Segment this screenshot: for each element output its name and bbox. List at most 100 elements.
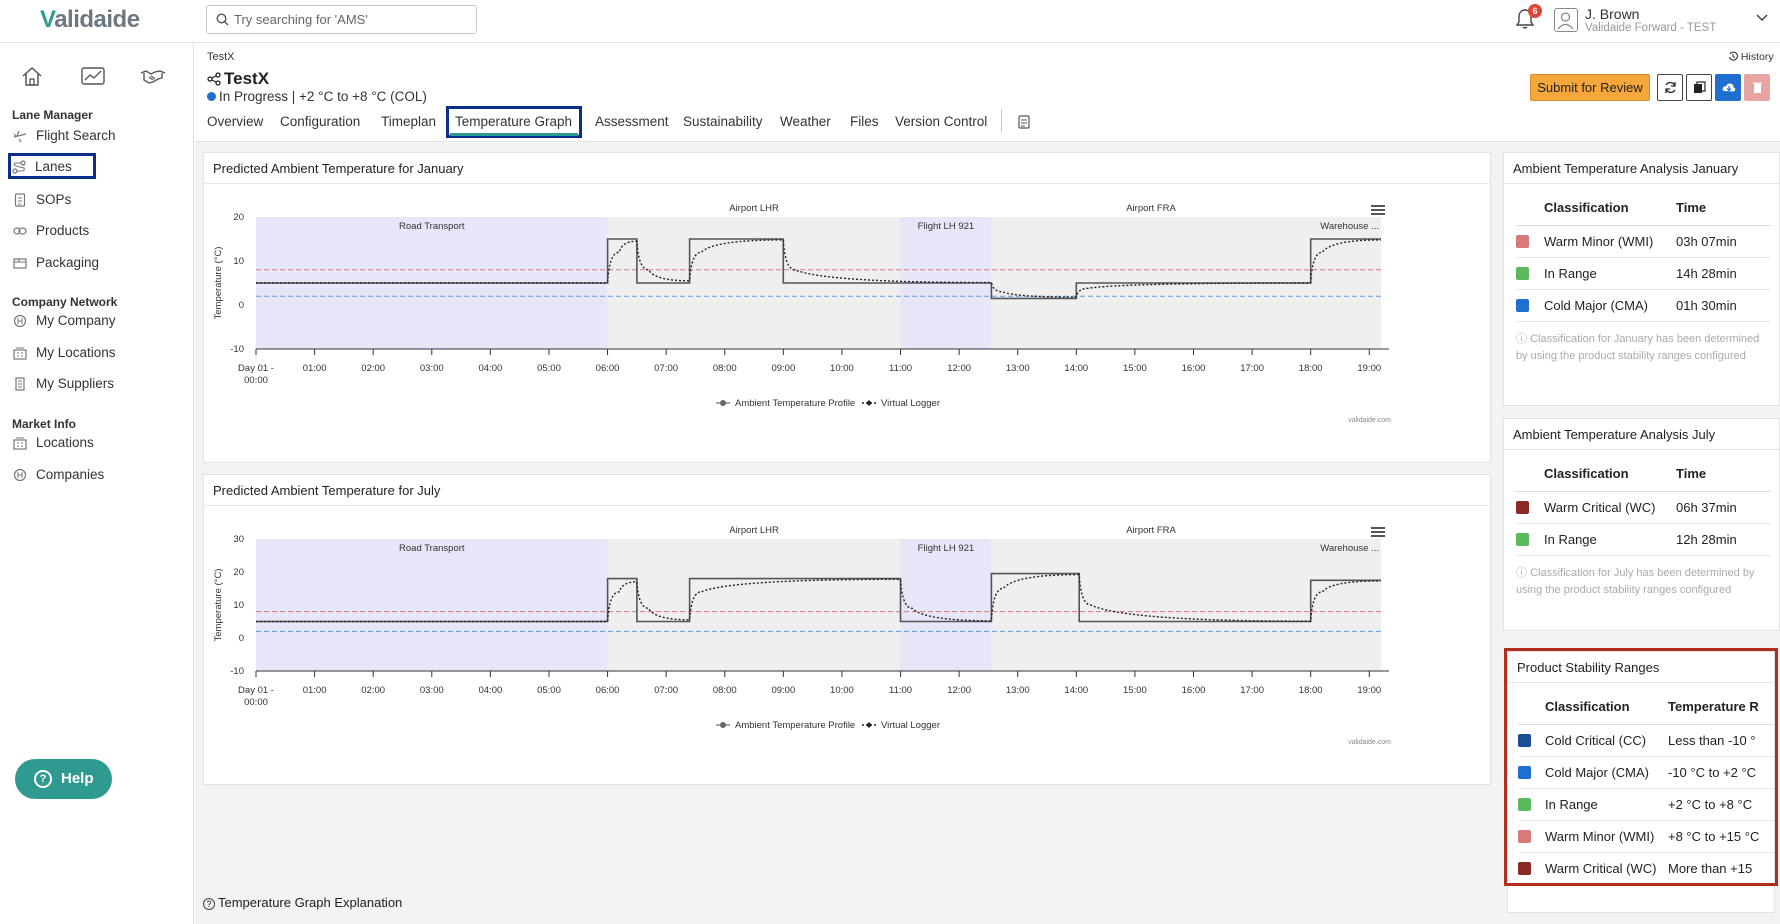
x-tick-label: 06:00 [596, 363, 620, 374]
chart-menu-icon[interactable] [1371, 205, 1385, 215]
notifications-button[interactable]: 6 [1515, 4, 1542, 32]
tab-assessment[interactable]: Assessment [595, 106, 669, 138]
sidebar-item-label: Locations [36, 435, 94, 450]
copy-button[interactable] [1686, 74, 1712, 101]
x-tick-label: 03:00 [420, 685, 444, 696]
time-header: Time [1676, 191, 1771, 226]
sidebar-item-label: Companies [36, 467, 105, 482]
logo[interactable]: Validaide [40, 6, 140, 34]
submit-for-review-button[interactable]: Submit for Review [1530, 74, 1650, 101]
delete-button[interactable] [1744, 74, 1770, 101]
info-circle-icon: ⓘ [1516, 567, 1531, 579]
y-tick-label: 10 [233, 600, 244, 611]
question-circle-icon: ? [203, 898, 215, 910]
home-button[interactable] [20, 65, 50, 89]
band-label: Airport FRA [1126, 525, 1176, 536]
tab-version-control[interactable]: Version Control [895, 106, 987, 138]
y-tick-label: 20 [233, 212, 244, 223]
status-dot [207, 92, 216, 101]
sidebar-item-label: Lanes [35, 159, 72, 174]
breadcrumb[interactable]: TestX [207, 51, 235, 63]
x-tick-label: 05:00 [537, 685, 561, 696]
search-input[interactable] [234, 9, 469, 30]
refresh-icon [1665, 81, 1676, 94]
y-tick-label: 0 [239, 300, 244, 311]
sidebar-item-companies[interactable]: Companies [10, 462, 180, 488]
label-cell: Warm Minor (WMI) [1544, 225, 1676, 258]
sidebar-item-my-suppliers[interactable]: My Suppliers [10, 371, 180, 397]
swatch-cell [1516, 523, 1544, 556]
legend-item-profile[interactable]: Ambient Temperature Profile [716, 398, 855, 409]
sidebar-item-my-company[interactable]: My Company [10, 308, 180, 334]
sidebar-top-icons [0, 55, 194, 95]
july-analysis-title: Ambient Temperature Analysis July [1513, 427, 1716, 442]
market-info-title: Market Info [12, 417, 77, 431]
x-tick-label: 13:00 [1006, 685, 1030, 696]
chart-svg: Road Transport Airport LHR Flight LH 921 Ai… [213, 525, 1391, 746]
help-button[interactable]: ? Help [15, 759, 112, 799]
sidebar-item-lanes[interactable]: Lanes [8, 153, 96, 179]
chart-menu-icon[interactable] [1371, 527, 1385, 537]
notification-badge: 6 [1528, 4, 1542, 18]
x-tick-label: 15:00 [1123, 685, 1147, 696]
y-tick-label: -10 [230, 344, 244, 355]
tab-timeplan[interactable]: Timeplan [381, 106, 436, 138]
chevron-down-icon [1756, 14, 1768, 22]
sidebar-item-locations[interactable]: Locations [10, 430, 180, 456]
july-analysis-note: ⓘ Classification for July has been deter… [1516, 565, 1771, 599]
history-label: History [1740, 51, 1774, 63]
band-label: Road Transport [399, 543, 465, 554]
legend-item-logger[interactable]: Virtual Logger [862, 720, 940, 731]
x-tick-label: Day 01 -00:00 [238, 363, 274, 386]
legend-label: Ambient Temperature Profile [735, 398, 855, 409]
x-tick-label: 17:00 [1240, 685, 1264, 696]
note-text: Classification for July has been determi… [1516, 567, 1755, 596]
card-header-divider [1504, 183, 1779, 184]
tab-overview[interactable]: Overview [207, 106, 263, 138]
temperature-graph-explanation-link[interactable]: ? Temperature Graph Explanation [203, 895, 402, 910]
x-tick-label: 11:00 [889, 363, 912, 374]
sidebar-item-packaging[interactable]: Packaging [10, 250, 180, 276]
search-box[interactable] [206, 5, 477, 34]
chart-credit: validaide.com [1348, 417, 1391, 424]
tab-sustainability[interactable]: Sustainability [683, 106, 763, 138]
table-row: Cold Major (CMA) 01h 30min [1516, 289, 1771, 322]
cloud-download-button[interactable] [1715, 74, 1741, 101]
tab-files[interactable]: Files [850, 106, 879, 138]
sidebar-item-products[interactable]: Products [10, 218, 180, 244]
help-label: Help [61, 770, 94, 787]
legend-label: Ambient Temperature Profile [735, 720, 855, 731]
sidebar-item-my-locations[interactable]: My Locations [10, 340, 180, 366]
partners-button[interactable] [139, 65, 169, 89]
legend-item-profile[interactable]: Ambient Temperature Profile [716, 720, 855, 731]
tab-configuration[interactable]: Configuration [280, 106, 360, 138]
time-cell: 06h 37min [1676, 491, 1771, 524]
sidebar-item-sops[interactable]: SOPs [10, 187, 180, 213]
sidebar: Lane Manager Flight Search Lanes SOPs Pr… [0, 43, 194, 924]
tab-temperature-graph[interactable]: Temperature Graph [446, 106, 582, 138]
swatch-header [1516, 457, 1544, 492]
top-bar: Validaide 6 J. Brown Validaide Forward -… [0, 0, 1780, 43]
x-tick-label: 01:00 [303, 363, 327, 374]
swatch-cell [1516, 225, 1544, 258]
table-row: In Range 14h 28min [1516, 257, 1771, 290]
x-tick-label: Day 01 -00:00 [238, 685, 274, 708]
history-link[interactable]: History [1728, 51, 1774, 63]
y-tick-label: -10 [230, 666, 244, 677]
user-menu[interactable]: J. Brown Validaide Forward - TEST [1554, 5, 1774, 37]
tab-report[interactable] [1018, 106, 1030, 138]
x-tick-label: 08:00 [713, 685, 737, 696]
sidebar-item-label: My Locations [36, 345, 116, 360]
x-tick-label: 12:00 [947, 363, 971, 374]
band-label: Warehouse ... [1320, 543, 1379, 554]
band-4 [1310, 539, 1381, 671]
refresh-button[interactable] [1657, 74, 1683, 101]
tab-weather[interactable]: Weather [780, 106, 831, 138]
classification-header: Classification [1544, 457, 1676, 492]
legend-item-logger[interactable]: Virtual Logger [862, 398, 940, 409]
january-analysis-note: ⓘ Classification for January has been de… [1516, 331, 1771, 365]
sidebar-item-flight-search[interactable]: Flight Search [10, 123, 180, 149]
x-tick-label: 18:00 [1299, 685, 1323, 696]
color-swatch [1516, 234, 1529, 248]
analytics-button[interactable] [80, 65, 110, 89]
